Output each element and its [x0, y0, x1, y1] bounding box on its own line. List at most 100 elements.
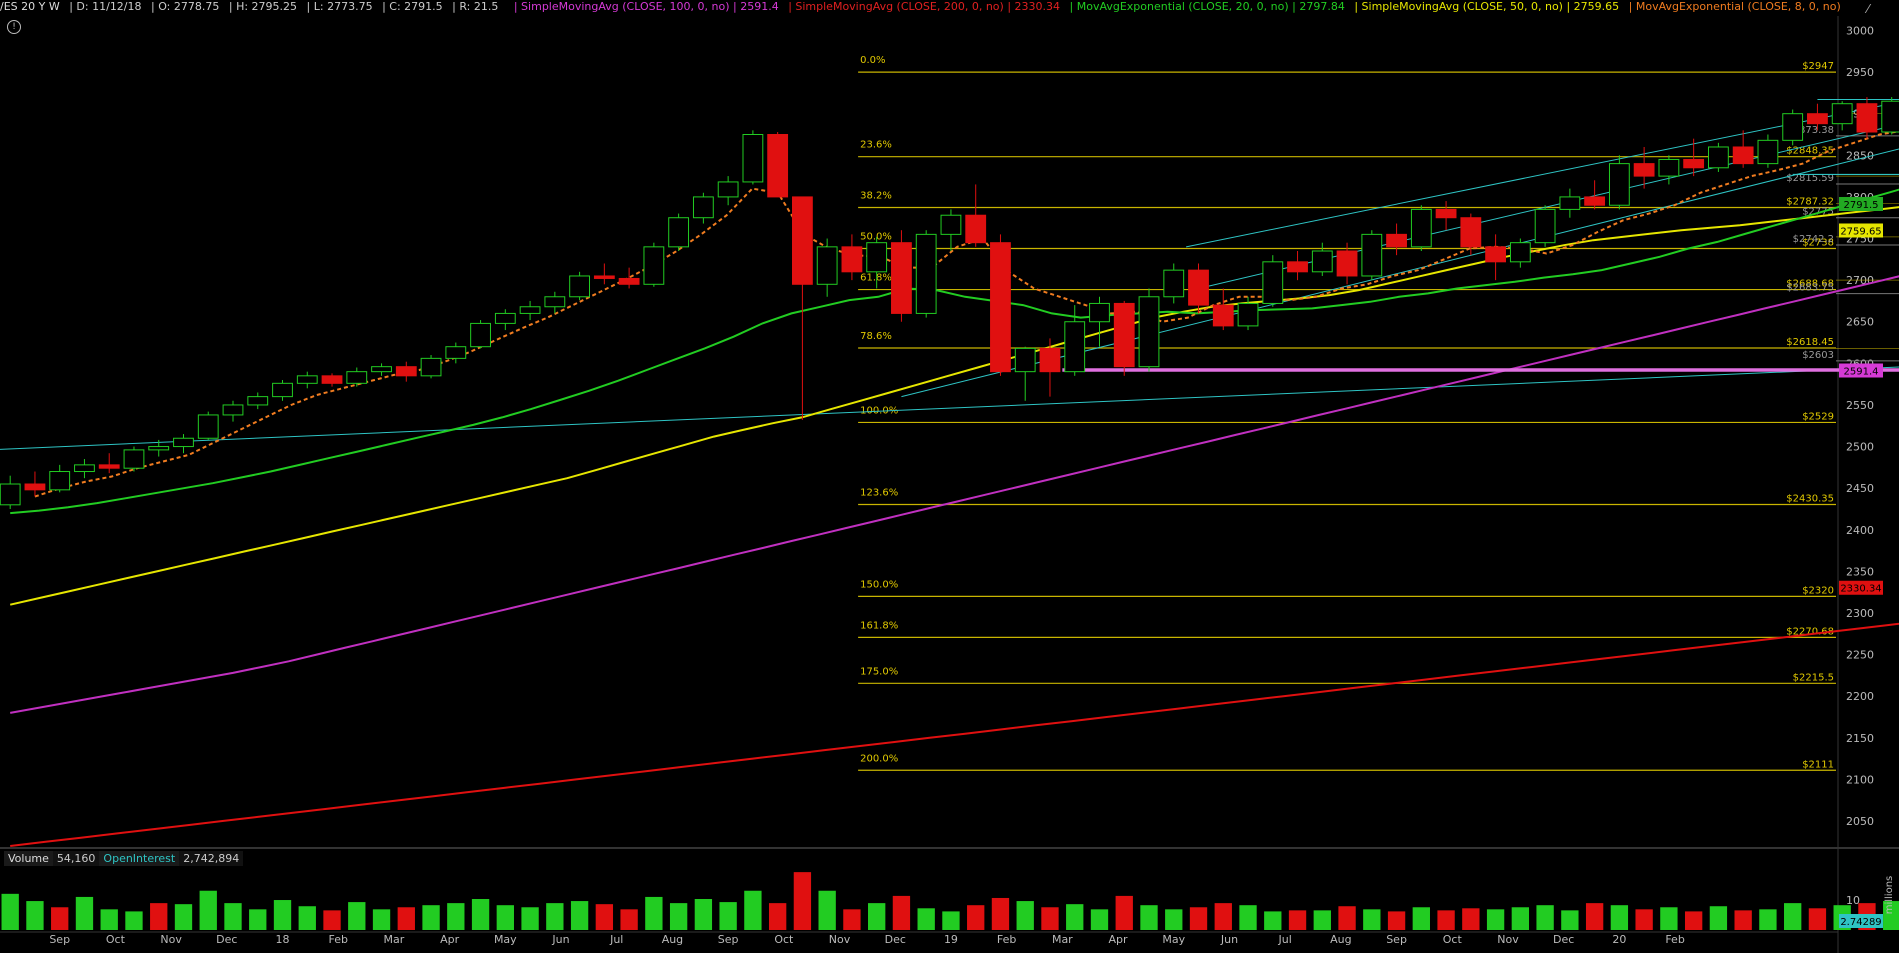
volume-bar	[843, 909, 861, 930]
price-tick-label: 2650	[1846, 316, 1874, 329]
time-tick-label: Jun	[1220, 933, 1238, 946]
volume-bar	[1462, 908, 1480, 930]
volume-bar	[1784, 903, 1802, 930]
candle-up	[371, 366, 392, 373]
fib-level-price: $2618.45	[1786, 337, 1834, 348]
volume-bar	[125, 911, 143, 930]
time-tick-label: 20	[1612, 933, 1626, 946]
candle-up	[1757, 139, 1779, 165]
time-tick-label: Oct	[106, 933, 126, 946]
time-tick-label: Aug	[1330, 933, 1351, 946]
price-tick-label: 2250	[1846, 649, 1874, 662]
time-tick-label: Feb	[1665, 933, 1684, 946]
time-tick-label: Mar	[384, 933, 405, 946]
price-tick-label: 2550	[1846, 399, 1874, 412]
candle-up	[1831, 103, 1853, 125]
sma50-line	[9, 206, 1899, 606]
price-tick-label: 3000	[1846, 24, 1874, 37]
fib-level-percent: 200.0%	[860, 753, 898, 764]
price-badge: 2791.5	[1844, 200, 1879, 211]
volume-bar	[744, 890, 762, 930]
volume-bar	[348, 902, 366, 930]
volume-bar	[51, 907, 69, 930]
volume-bar	[1610, 905, 1629, 930]
candle-up	[742, 134, 764, 183]
candle-down	[841, 246, 863, 273]
price-chart[interactable]: 3000295029002850280027502700265026002550…	[0, 0, 1899, 953]
time-tick-label: Dec	[1553, 933, 1574, 946]
volume-bar	[942, 911, 960, 930]
candle-down	[1188, 269, 1209, 306]
fib-level-percent: 150.0%	[860, 579, 898, 590]
oi-badge: 2.74289	[1840, 917, 1881, 928]
candle-up	[569, 275, 590, 298]
volume-bar	[422, 905, 440, 930]
candle-up	[1064, 321, 1086, 373]
volume-bar	[1090, 909, 1109, 930]
volume-bar	[768, 903, 787, 930]
fib-level-price: $2529	[1802, 411, 1834, 422]
candle-up	[668, 217, 690, 248]
time-tick-label: Oct	[774, 933, 794, 946]
trend-channel-line	[1198, 123, 1899, 289]
candle-up	[1608, 163, 1630, 206]
volume-bar	[1041, 907, 1059, 930]
volume-bar	[1684, 911, 1703, 930]
fib-level-percent: 38.2%	[860, 190, 892, 201]
price-tick-label: 2150	[1846, 732, 1874, 745]
time-tick-label: Nov	[160, 933, 182, 946]
volume-bar	[1536, 905, 1554, 930]
candle-up	[74, 464, 95, 473]
candle-up	[1881, 100, 1899, 133]
price-tick-label: 2200	[1846, 690, 1874, 703]
candle-down	[1732, 146, 1754, 165]
time-tick-label: Apr	[1109, 933, 1129, 946]
volume-bar	[991, 897, 1010, 930]
fib-level-percent: 61.8%	[860, 273, 892, 284]
volume-bar	[645, 896, 663, 930]
fib-level-price: $2430.35	[1786, 494, 1834, 505]
ema20-line	[10, 188, 1899, 515]
candle-up	[519, 306, 541, 314]
time-tick-label: Jul	[609, 933, 623, 946]
volume-bar	[323, 910, 341, 930]
time-tick-label: Dec	[885, 933, 906, 946]
candle-down	[1683, 158, 1705, 169]
volume-bar	[1363, 909, 1381, 930]
candle-up	[1262, 261, 1284, 304]
volume-bar	[1759, 909, 1777, 930]
candle-down	[98, 464, 120, 469]
candle-down	[1212, 304, 1234, 327]
volume-bar	[1165, 909, 1183, 930]
candle-up	[1089, 302, 1110, 323]
price-badge: 2330.34	[1840, 584, 1881, 595]
volume-bar	[1214, 903, 1232, 930]
volume-bar	[249, 909, 267, 930]
oi-value: 2,742,894	[179, 851, 244, 866]
fib-level-percent: 50.0%	[860, 232, 892, 243]
volume-bar	[150, 903, 168, 930]
candle-up	[272, 382, 293, 398]
candle-up	[420, 357, 442, 377]
price-badge: 2591.4	[1844, 367, 1879, 378]
time-tick-label: Sep	[49, 933, 70, 946]
volume-bar	[372, 909, 391, 930]
candle-up	[1138, 296, 1160, 368]
volume-bar	[1239, 905, 1257, 930]
volume-bar	[967, 905, 985, 930]
volume-bar	[75, 896, 94, 930]
candle-down	[24, 483, 46, 491]
time-tick-label: Mar	[1052, 933, 1073, 946]
price-tick-label: 2450	[1846, 482, 1874, 495]
candle-up	[1361, 233, 1383, 277]
time-tick-label: Jul	[1278, 933, 1292, 946]
time-tick-label: 19	[944, 933, 958, 946]
trend-channel-line	[901, 148, 1899, 398]
candle-up	[940, 214, 962, 235]
fib-level-percent: 0.0%	[860, 55, 885, 66]
oi-title: OpenInterest	[99, 851, 180, 866]
fib-level-price: $2947	[1802, 61, 1834, 72]
volume-bar	[818, 890, 836, 930]
volume-bar	[1412, 907, 1430, 930]
gray-level-price: $2603	[1802, 350, 1834, 361]
